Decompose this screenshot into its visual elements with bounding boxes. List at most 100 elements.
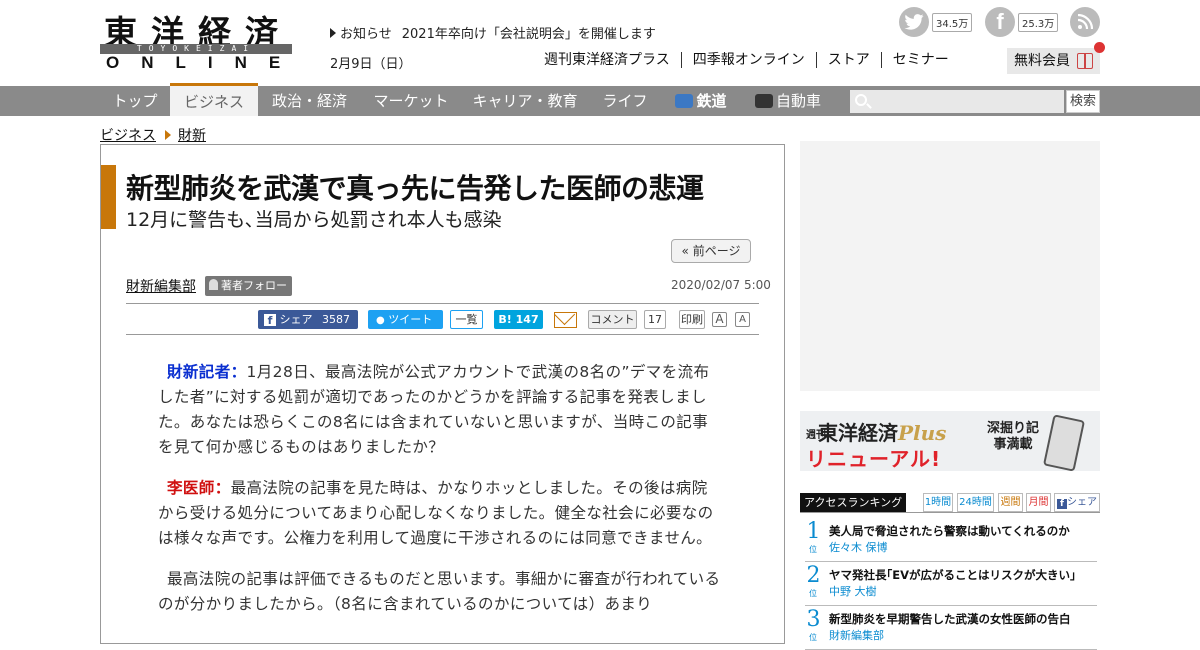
ranking-title[interactable]: ヤマ発社長｢EVが広がることはリスクが大きい｣ <box>829 567 1076 583</box>
ranking-tab-24h[interactable]: 24時間 <box>957 493 994 512</box>
banner-tagline: 深掘り記事満載 <box>986 421 1039 452</box>
twitter-follow[interactable]: 34.5万 <box>899 7 973 37</box>
ranking-number: 3 <box>806 607 821 632</box>
top-link-seminar[interactable]: セミナー <box>880 52 960 68</box>
banner-brand-plus: Plus <box>898 421 947 445</box>
ranking-tab-weekly[interactable]: 週間 <box>998 493 1023 512</box>
author-follow-button[interactable]: 著者フォロー <box>205 276 292 296</box>
hatena-bookmark-button[interactable]: B! 147 <box>494 310 543 329</box>
published-date: 2020/02/07 5:00 <box>671 278 771 292</box>
facebook-share-button[interactable]: f シェア 3587 <box>258 310 358 329</box>
nav-career-education[interactable]: キャリア・教育 <box>461 86 589 116</box>
advertisement-slot[interactable] <box>800 141 1100 391</box>
nav-automobile-label: 自動車 <box>775 92 821 110</box>
nav-railway-label: 鉄道 <box>696 92 727 110</box>
search-icon <box>855 94 867 106</box>
nav-market[interactable]: マーケット <box>361 86 461 116</box>
access-ranking: アクセスランキング 1時間 24時間 週間 月間 f シェア 1 位 美人局で脅迫… <box>800 493 1100 650</box>
ranking-header: アクセスランキング 1時間 24時間 週間 月間 f シェア <box>800 493 1100 512</box>
facebook-icon: f <box>985 7 1015 37</box>
facebook-icon: f <box>1057 499 1067 509</box>
breadcrumb-caixin[interactable]: 財新 <box>178 125 206 145</box>
font-size-small-button[interactable]: A <box>735 312 750 327</box>
hatena-count: 147 <box>515 313 539 326</box>
speaker-doctor: 李医師： <box>167 479 231 497</box>
ranking-tab-share-label: シェア <box>1067 497 1097 508</box>
ranking-author[interactable]: 財新編集部 <box>829 627 884 643</box>
nav-railway[interactable]: 鉄道 <box>661 86 741 116</box>
font-size-large-button[interactable]: A <box>712 312 727 327</box>
comment-count[interactable]: 17 <box>644 310 666 329</box>
ranking-tab-monthly[interactable]: 月間 <box>1026 493 1051 512</box>
ranking-position-suffix: 位 <box>809 589 817 598</box>
member-label: 無料会員 <box>1014 53 1070 69</box>
ranking-tab-share[interactable]: f シェア <box>1054 493 1100 512</box>
search-input[interactable] <box>874 92 1060 111</box>
prev-page-button[interactable]: « 前ページ <box>671 239 751 263</box>
article-body: 財新記者：1月28日、最高法院が公式アカウントで武漢の8名の”デマを流布した者”… <box>158 360 723 633</box>
ranking-author[interactable]: 佐々木 保博 <box>829 539 888 555</box>
breadcrumb-business[interactable]: ビジネス <box>100 125 156 145</box>
notice[interactable]: お知らせ 2021年卒向け「会社説明会」を開催します <box>330 23 656 42</box>
nav-automobile[interactable]: 自動車 <box>741 86 835 116</box>
divider <box>126 334 759 335</box>
ranking-author[interactable]: 中野 大樹 <box>829 583 877 599</box>
tweet-button[interactable]: ● ツイート <box>368 310 443 329</box>
top-link-store[interactable]: ストア <box>815 52 881 68</box>
mail-icon[interactable] <box>554 312 577 328</box>
ranking-item[interactable]: 1 位 美人局で脅迫されたら警察は動いてくれるのか 佐々木 保博 <box>805 519 1097 562</box>
ranking-position-suffix: 位 <box>809 633 817 642</box>
facebook-count: 25.3万 <box>1018 12 1059 32</box>
triangle-right-icon <box>330 28 336 38</box>
search-box[interactable] <box>850 90 1064 113</box>
twitter-icon <box>899 7 929 37</box>
nav-politics-economy[interactable]: 政治・経済 <box>258 86 361 116</box>
comment-button[interactable]: コメント <box>588 310 637 329</box>
tweet-label: ツイート <box>388 313 433 326</box>
top-link-weekly-plus[interactable]: 週刊東洋経済プラス <box>538 52 681 68</box>
free-member-button[interactable]: 無料会員 <box>1007 42 1105 74</box>
twitter-icon: ● <box>376 315 385 326</box>
ranking-title[interactable]: 新型肺炎を早期警告した武漢の女性医師の告白 <box>829 611 1071 627</box>
ranking-item[interactable]: 3 位 新型肺炎を早期警告した武漢の女性医師の告白 財新編集部 <box>805 607 1097 650</box>
search-button[interactable]: 検索 <box>1066 90 1100 113</box>
site-logo[interactable]: 東洋経済 TOYOKEIZAI ONLINE <box>100 6 292 72</box>
ranking-position-suffix: 位 <box>809 545 817 554</box>
article-paragraph: 李医師：最高法院の記事を見た時は、かなりホッとしました。その後は病院から受ける処… <box>158 476 723 551</box>
article-title: 新型肺炎を武漢で真っ先に告発した医師の悲運 <box>126 172 704 205</box>
paragraph-text: 最高法院の記事を見た時は、かなりホッとしました。その後は病院から受ける処分につい… <box>158 479 714 547</box>
top-link-shikiho[interactable]: 四季報オンライン <box>680 52 816 68</box>
current-date: 2月9日（日） <box>330 57 412 72</box>
tweet-list-link[interactable]: 一覧 <box>450 310 483 329</box>
author-follow-label: 著者フォロー <box>221 279 287 292</box>
facebook-follow[interactable]: f 25.3万 <box>985 7 1059 37</box>
ranking-number: 2 <box>806 563 821 588</box>
speaker-reporter: 財新記者： <box>167 363 247 381</box>
banner-brand-prefix: 週刊 <box>806 430 826 441</box>
top-links: 週刊東洋経済プラス 四季報オンライン ストア セミナー <box>538 52 960 68</box>
nav-top[interactable]: トップ <box>100 86 170 116</box>
author-link[interactable]: 財新編集部 <box>126 276 196 296</box>
site-header: 東洋経済 TOYOKEIZAI ONLINE お知らせ 2021年卒向け「会社説明… <box>0 0 1200 86</box>
notification-dot <box>1094 42 1105 53</box>
gift-icon <box>1077 53 1093 69</box>
weekly-plus-banner[interactable]: 週刊東洋経済Plus リニューアル! 深掘り記事満載 <box>800 411 1100 471</box>
article-paragraph: 財新記者：1月28日、最高法院が公式アカウントで武漢の8名の”デマを流布した者”… <box>158 360 723 460</box>
ranking-tab-1h[interactable]: 1時間 <box>923 493 953 512</box>
nav-business[interactable]: ビジネス <box>170 83 258 116</box>
print-button[interactable]: 印刷 <box>679 310 705 329</box>
ranking-item[interactable]: 2 位 ヤマ発社長｢EVが広がることはリスクが大きい｣ 中野 大樹 <box>805 563 1097 606</box>
banner-brand-name: 東洋経済 <box>818 421 898 445</box>
nav-life[interactable]: ライフ <box>589 86 661 116</box>
hatena-icon: B! <box>498 313 512 326</box>
facebook-icon: f <box>264 314 276 327</box>
ranking-number: 1 <box>806 519 821 544</box>
facebook-share-count: 3587 <box>322 313 350 326</box>
person-icon <box>209 279 218 290</box>
smartphone-icon <box>1042 414 1086 471</box>
rss-link[interactable] <box>1070 7 1100 37</box>
ranking-title[interactable]: 美人局で脅迫されたら警察は動いてくれるのか <box>829 523 1070 539</box>
notice-text[interactable]: 2021年卒向け「会社説明会」を開催します <box>402 27 656 42</box>
paragraph-text: 最高法院の記事は評価できるものだと思います。事細かに審査が行われているのが分かり… <box>158 570 721 613</box>
car-icon <box>754 94 773 108</box>
